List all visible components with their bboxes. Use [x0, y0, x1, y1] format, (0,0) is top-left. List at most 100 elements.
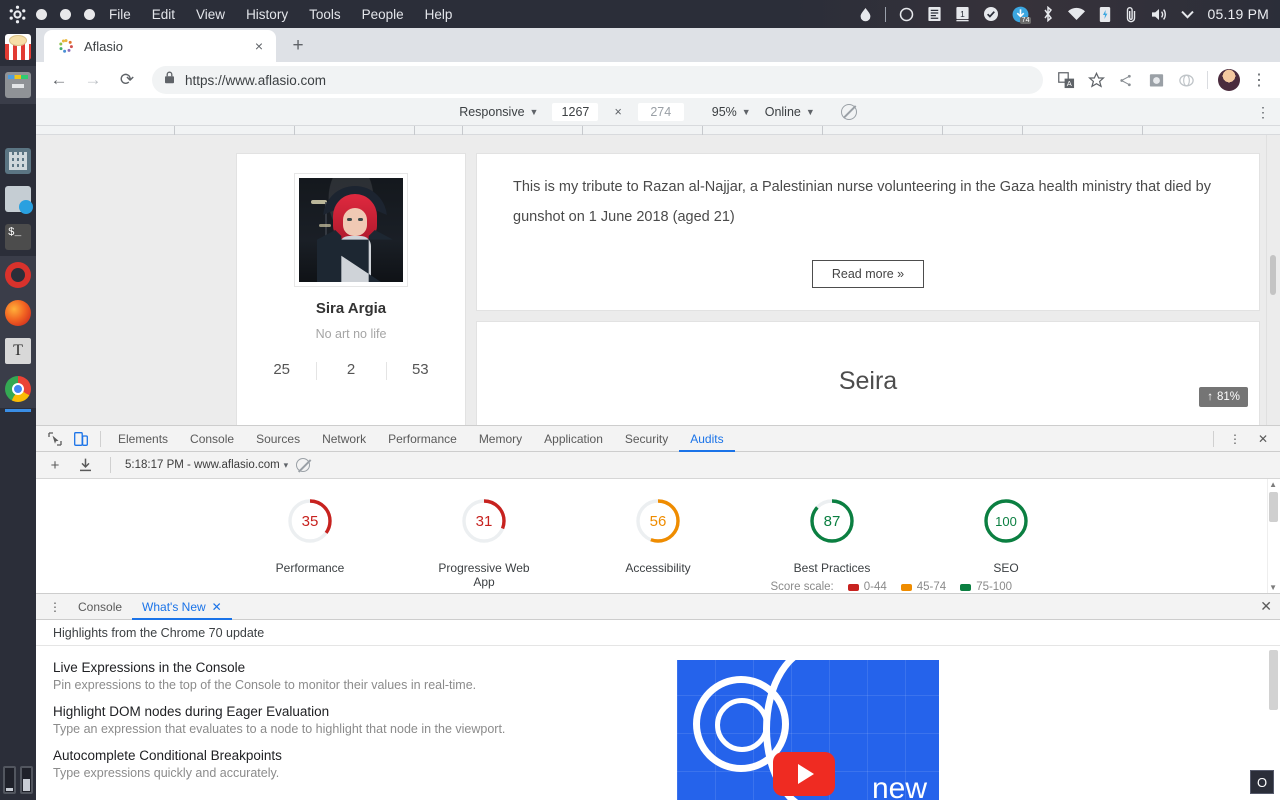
launcher-item-files[interactable]	[0, 66, 36, 104]
gauge-seo[interactable]: 100 SEO	[956, 497, 1056, 589]
devtools-tab-sources[interactable]: Sources	[245, 426, 311, 452]
launcher-item-texmaker[interactable]: T	[0, 332, 36, 370]
wifi-icon[interactable]	[1067, 7, 1086, 21]
reload-button[interactable]: ⟳	[112, 65, 142, 95]
devtools-tab-application[interactable]: Application	[533, 426, 614, 452]
devtools-tab-network[interactable]: Network	[311, 426, 377, 452]
menu-people[interactable]: People	[362, 7, 404, 22]
menu-history[interactable]: History	[246, 7, 288, 22]
menu-file[interactable]: File	[109, 7, 131, 22]
viewport-height-input[interactable]: 274	[637, 102, 684, 121]
audit-run-select[interactable]: 5:18:17 PM - www.aflasio.com ▾	[125, 459, 288, 471]
launcher-item-opera[interactable]	[0, 256, 36, 294]
calendar-icon[interactable]: 1	[955, 6, 970, 22]
menu-tools[interactable]: Tools	[309, 7, 341, 22]
audits-scrollbar[interactable]: ▲ ▼	[1267, 479, 1280, 593]
page-viewport[interactable]: Sira Argia No art no life 25 2 53 This i…	[36, 135, 1280, 425]
launcher-item-chrome[interactable]	[0, 370, 36, 412]
drawer-close-icon[interactable]: ✕	[1260, 598, 1272, 615]
devtools-tab-memory[interactable]: Memory	[468, 426, 533, 452]
new-audit-icon[interactable]: +	[44, 454, 66, 476]
window-minimize-dot[interactable]	[60, 8, 71, 20]
devtools-tab-elements[interactable]: Elements	[107, 426, 179, 452]
list-item[interactable]: Autocomplete Conditional Breakpoints Typ…	[53, 748, 653, 780]
chevron-down-icon[interactable]	[1181, 10, 1195, 19]
notes-icon[interactable]	[927, 6, 942, 22]
tab-close-icon[interactable]: ×	[250, 37, 268, 55]
ubuntu-logo-icon[interactable]	[0, 5, 34, 24]
profile-stat-1[interactable]: 25	[247, 361, 316, 378]
play-button-icon[interactable]	[773, 752, 835, 796]
device-toolbar-kebab[interactable]: ⋮	[1256, 105, 1270, 119]
read-more-button[interactable]: Read more »	[812, 260, 924, 288]
drawer-tab-whats-new[interactable]: What's New ✕	[132, 594, 232, 620]
zoom-select[interactable]: 95% ▼	[712, 105, 751, 119]
battery-icon[interactable]	[1099, 6, 1111, 23]
launcher-item-display[interactable]	[0, 180, 36, 218]
gauge-performance[interactable]: 35 Performance	[260, 497, 360, 589]
devtools-tab-console[interactable]: Console	[179, 426, 245, 452]
forward-button[interactable]: →	[78, 65, 108, 95]
viewport-width-input[interactable]: 1267	[552, 102, 599, 121]
os-menubar[interactable]: File Edit View History Tools People Help	[109, 7, 452, 22]
window-controls[interactable]	[36, 8, 95, 20]
bluetooth-icon[interactable]	[1042, 6, 1054, 22]
droplet-icon[interactable]	[859, 7, 872, 22]
list-item[interactable]: Live Expressions in the Console Pin expr…	[53, 660, 653, 692]
new-tab-button[interactable]: +	[284, 32, 312, 60]
menu-help[interactable]: Help	[425, 7, 453, 22]
scroll-down-arrow-icon[interactable]: ▼	[1269, 583, 1277, 592]
menu-edit[interactable]: Edit	[152, 7, 175, 22]
check-circle-icon[interactable]	[983, 6, 999, 22]
audits-scrollbar-thumb[interactable]	[1269, 492, 1278, 522]
launcher-item-keyboard[interactable]	[0, 142, 36, 180]
launcher-item-apps[interactable]	[0, 104, 36, 142]
downloads-icon[interactable]: 74	[1012, 6, 1032, 24]
whats-new-title[interactable]: Highlight DOM nodes during Eager Evaluat…	[53, 704, 653, 719]
bookmark-star-icon[interactable]	[1083, 67, 1109, 93]
whats-new-title[interactable]: Autocomplete Conditional Breakpoints	[53, 748, 653, 763]
gauge-pwa[interactable]: 31 Progressive Web App	[434, 497, 534, 589]
devtools-share-icon[interactable]	[1113, 67, 1139, 93]
launcher-item-firefox[interactable]	[0, 294, 36, 332]
throttling-select[interactable]: Online ▼	[765, 105, 815, 119]
download-report-icon[interactable]	[74, 454, 96, 476]
viewport-scrollbar-thumb[interactable]	[1270, 255, 1276, 295]
extension-icon[interactable]	[1173, 67, 1199, 93]
device-toolbar-icon[interactable]	[68, 427, 94, 451]
drawer-tab-close-icon[interactable]: ✕	[212, 600, 222, 614]
drawer-scrollbar[interactable]	[1267, 646, 1280, 790]
list-item[interactable]: Highlight DOM nodes during Eager Evaluat…	[53, 704, 653, 736]
devtools-tab-audits[interactable]: Audits	[679, 426, 734, 452]
cast-icon[interactable]	[1143, 67, 1169, 93]
inspect-element-icon[interactable]	[42, 427, 68, 451]
os-clock[interactable]: 05.19 PM	[1207, 6, 1269, 22]
whats-new-title[interactable]: Live Expressions in the Console	[53, 660, 653, 675]
system-tray[interactable]: 1 74 05.19 PM	[859, 6, 1280, 24]
viewport-scrollbar-track[interactable]	[1266, 135, 1280, 425]
device-select[interactable]: Responsive ▼	[459, 105, 538, 119]
three-dot-menu-icon[interactable]: ⋮	[1246, 67, 1272, 93]
browser-tab-aflasio[interactable]: Aflasio ×	[44, 30, 276, 62]
window-close-dot[interactable]	[36, 8, 47, 20]
launcher-item-popcorn[interactable]	[0, 28, 36, 66]
profile-stat-3[interactable]: 53	[385, 361, 455, 380]
launcher-item-terminal[interactable]: $_	[0, 218, 36, 256]
gauge-accessibility[interactable]: 56 Accessibility	[608, 497, 708, 589]
devtools-tab-security[interactable]: Security	[614, 426, 679, 452]
clear-icon[interactable]	[296, 458, 311, 472]
whats-new-video-thumbnail[interactable]: new	[677, 660, 939, 800]
menu-view[interactable]: View	[196, 7, 225, 22]
devtools-close-icon[interactable]: ✕	[1250, 427, 1276, 451]
circle-icon[interactable]	[899, 7, 914, 22]
volume-icon[interactable]	[1151, 7, 1168, 22]
drawer-tab-console[interactable]: Console	[68, 594, 132, 620]
profile-stat-2[interactable]: 2	[316, 361, 385, 380]
corner-badge[interactable]: O	[1250, 770, 1274, 794]
drawer-kebab-icon[interactable]: ⋮	[42, 595, 68, 619]
devtools-tab-performance[interactable]: Performance	[377, 426, 468, 452]
launcher-battery-widgets[interactable]	[3, 766, 33, 800]
window-maximize-dot[interactable]	[84, 8, 95, 20]
back-button[interactable]: ←	[44, 65, 74, 95]
zoom-badge[interactable]: ↑ 81%	[1199, 387, 1248, 407]
